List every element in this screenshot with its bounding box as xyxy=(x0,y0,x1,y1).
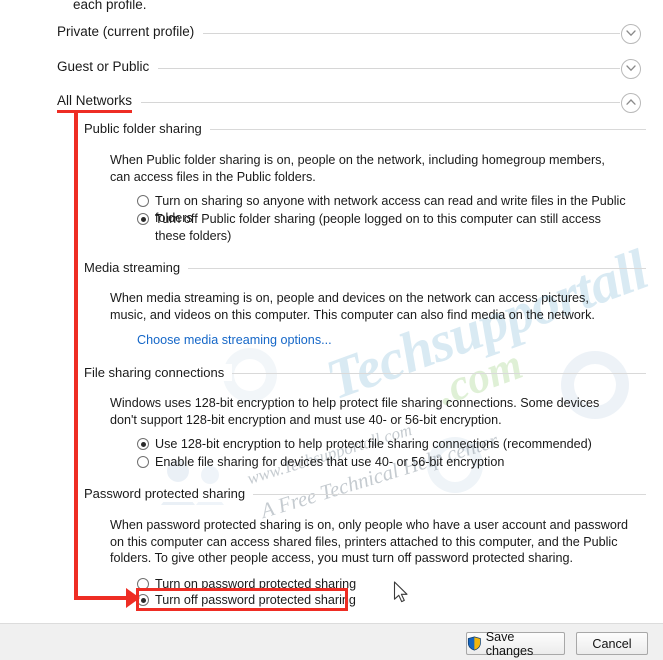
chevron-up-icon-all-networks[interactable] xyxy=(621,93,641,113)
radio-use-128bit-encryption[interactable]: Use 128-bit encryption to help protect f… xyxy=(137,436,637,453)
profile-label-guest-or-public: Guest or Public xyxy=(57,57,159,77)
annotation-underline-all-networks xyxy=(57,110,132,113)
section-header-file-sharing-connections: File sharing connections xyxy=(84,364,646,382)
chevron-down-icon-guest-or-public[interactable] xyxy=(621,59,641,79)
cancel-button[interactable]: Cancel xyxy=(576,632,648,655)
public-folder-description: When Public folder sharing is on, people… xyxy=(110,153,605,184)
radio-indicator[interactable] xyxy=(137,438,149,450)
choose-media-streaming-options-link[interactable]: Choose media streaming options... xyxy=(137,333,332,347)
cancel-label: Cancel xyxy=(592,636,632,651)
section-header-media-streaming: Media streaming xyxy=(84,259,646,277)
profile-row-guest-or-public[interactable]: Guest or Public xyxy=(57,57,620,79)
profile-label-all-networks: All Networks xyxy=(57,91,142,111)
footer-bar: Save changes Cancel xyxy=(0,623,663,660)
annotation-vertical-line xyxy=(74,113,78,600)
profile-label-private: Private (current profile) xyxy=(57,22,204,42)
settings-window: Techsupportall .com www.Techsupportall.c… xyxy=(0,0,663,660)
chevron-down-icon-private[interactable] xyxy=(621,24,641,44)
annotation-arrowhead-icon xyxy=(126,588,140,608)
radio-label: Enable file sharing for devices that use… xyxy=(155,455,505,469)
arrow-pointer-icon xyxy=(393,581,408,603)
profile-row-all-networks[interactable]: All Networks xyxy=(57,91,620,113)
radio-indicator[interactable] xyxy=(137,213,149,225)
profile-row-private[interactable]: Private (current profile) xyxy=(57,22,620,44)
section-header-public-folder-sharing: Public folder sharing xyxy=(84,120,646,138)
section-title: Media streaming xyxy=(84,259,189,276)
radio-indicator[interactable] xyxy=(137,195,149,207)
radio-label: Turn off Public folder sharing (people l… xyxy=(155,212,601,243)
section-title: File sharing connections xyxy=(84,364,233,381)
annotation-highlight-box xyxy=(136,588,348,611)
annotation-horizontal-line xyxy=(74,596,131,600)
section-header-password-protected-sharing: Password protected sharing xyxy=(84,485,646,503)
lead-text: each profile. xyxy=(73,0,147,12)
section-title: Public folder sharing xyxy=(84,120,210,137)
radio-enable-40-56bit-encryption[interactable]: Enable file sharing for devices that use… xyxy=(137,454,637,471)
radio-label: Use 128-bit encryption to help protect f… xyxy=(155,437,592,451)
uac-shield-icon xyxy=(467,636,481,651)
radio-public-folder-off[interactable]: Turn off Public folder sharing (people l… xyxy=(137,211,632,244)
save-changes-button[interactable]: Save changes xyxy=(466,629,565,658)
password-protected-description: When password protected sharing is on, o… xyxy=(110,518,629,565)
section-title: Password protected sharing xyxy=(84,485,254,502)
radio-indicator[interactable] xyxy=(137,456,149,468)
media-streaming-description: When media streaming is on, people and d… xyxy=(110,291,595,322)
divider xyxy=(57,102,620,103)
save-changes-label: Save changes xyxy=(485,629,534,658)
file-sharing-description: Windows uses 128-bit encryption to help … xyxy=(110,396,600,427)
